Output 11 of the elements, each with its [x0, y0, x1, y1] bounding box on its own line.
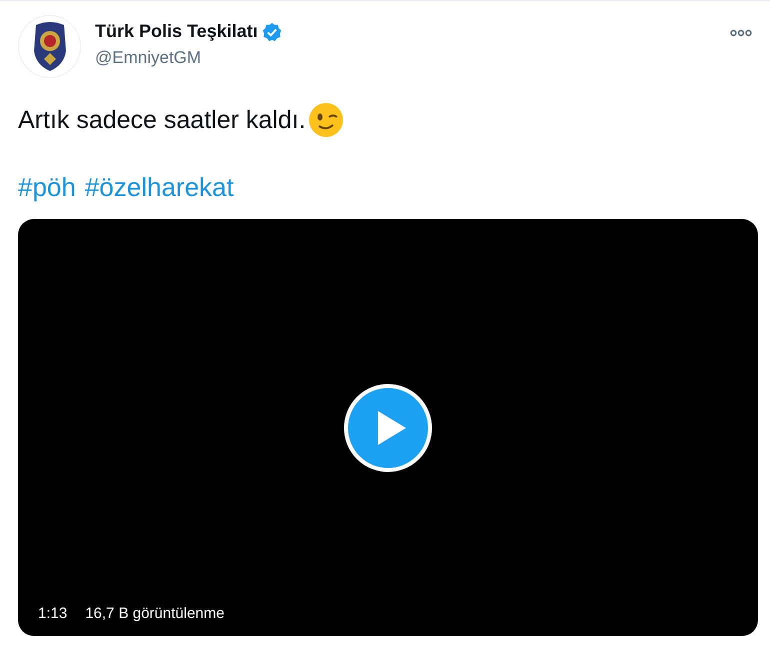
- more-options-icon[interactable]: [730, 29, 752, 37]
- view-count: 16,7 B görüntülenme: [85, 605, 224, 622]
- avatar[interactable]: [18, 15, 81, 78]
- video-duration: 1:13: [38, 605, 68, 622]
- hashtag-link[interactable]: #özelharekat: [84, 172, 234, 203]
- winking-face-icon: [308, 102, 344, 138]
- author-handle[interactable]: @EmniyetGM: [95, 48, 282, 68]
- author-name[interactable]: Türk Polis Teşkilatı: [95, 21, 258, 42]
- video-player[interactable]: 1:13 16,7 B görüntülenme: [18, 219, 758, 636]
- hashtag-link[interactable]: #pöh: [18, 172, 76, 203]
- tweet-text: Artık sadece saatler kaldı.: [18, 106, 306, 134]
